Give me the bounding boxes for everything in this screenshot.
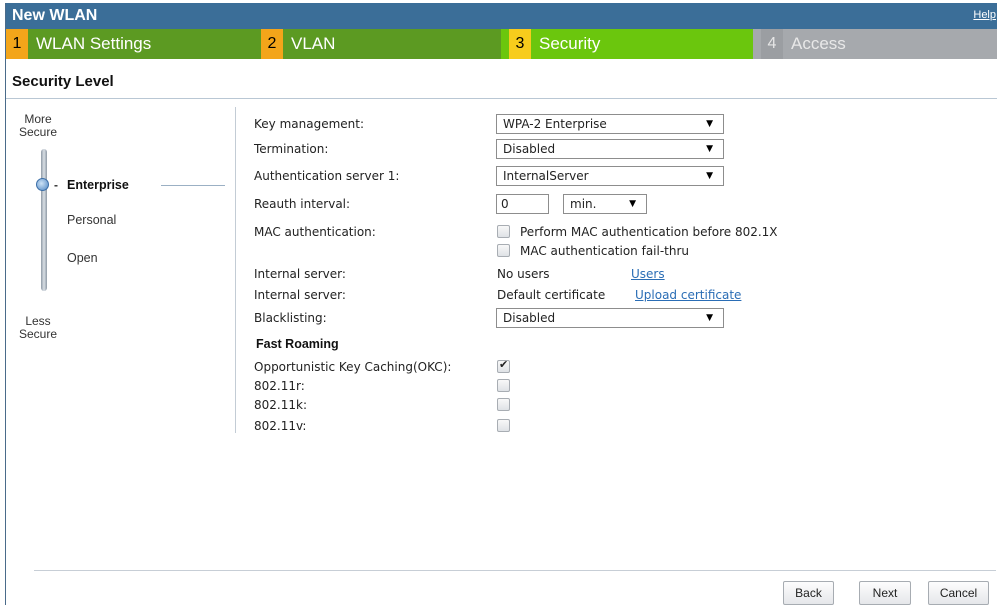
blacklisting-label: Blacklisting: xyxy=(254,311,327,325)
slider-thumb[interactable] xyxy=(36,178,49,191)
window-title: New WLAN xyxy=(12,7,98,24)
row-mac-auth-failthru: MAC authentication fail-thru xyxy=(254,240,994,262)
slider-track[interactable] xyxy=(41,149,47,291)
step-label: VLAN xyxy=(291,34,336,53)
mac-auth-failthru-checkbox[interactable] xyxy=(497,244,510,257)
chevron-down-icon: ▼ xyxy=(706,144,713,154)
next-button[interactable]: Next xyxy=(859,581,911,605)
step-number: 4 xyxy=(761,29,783,59)
users-link[interactable]: Users xyxy=(631,267,665,281)
80211v-checkbox[interactable] xyxy=(497,419,510,432)
reauth-unit-value: min. xyxy=(570,197,597,211)
step-label: Access xyxy=(791,34,846,53)
reauth-input[interactable]: 0 xyxy=(496,194,549,214)
termination-value: Disabled xyxy=(503,142,556,156)
mac-auth-label: MAC authentication: xyxy=(254,225,376,239)
row-blacklisting: Blacklisting: Disabled ▼ xyxy=(254,307,994,329)
level-open[interactable]: Open xyxy=(67,251,98,265)
mac-auth-before-checkbox[interactable] xyxy=(497,225,510,238)
section-divider xyxy=(6,98,997,99)
section-title: Security Level xyxy=(12,73,114,90)
chevron-down-icon: ▼ xyxy=(629,199,636,209)
level-pointer-dash: - xyxy=(54,178,58,192)
okc-label: Opportunistic Key Caching(OKC): xyxy=(254,360,452,374)
row-termination: Termination: Disabled ▼ xyxy=(254,138,994,160)
step-number: 3 xyxy=(509,29,531,59)
step-number: 1 xyxy=(6,29,28,59)
okc-checkbox[interactable] xyxy=(497,358,510,373)
chevron-down-icon: ▼ xyxy=(706,171,713,181)
more-secure-label: More Secure xyxy=(18,113,58,139)
step-label: WLAN Settings xyxy=(36,34,152,53)
help-link[interactable]: Help xyxy=(973,9,996,21)
blacklisting-select[interactable]: Disabled ▼ xyxy=(496,308,724,328)
internal-server-cert-label: Internal server: xyxy=(254,288,346,302)
upload-certificate-link[interactable]: Upload certificate xyxy=(635,288,741,302)
step-access[interactable]: 4 Access xyxy=(753,29,997,59)
row-reauth: Reauth interval: 0 min. ▼ xyxy=(254,193,994,215)
80211r-label: 802.11r: xyxy=(254,379,305,393)
level-personal[interactable]: Personal xyxy=(67,213,116,227)
mac-auth-failthru-label: MAC authentication fail-thru xyxy=(520,244,690,258)
level-pointer-line xyxy=(161,185,225,186)
cancel-button[interactable]: Cancel xyxy=(928,581,989,605)
key-management-select[interactable]: WPA-2 Enterprise ▼ xyxy=(496,114,724,134)
internal-server-cert-value: Default certificate xyxy=(497,288,606,302)
key-management-value: WPA-2 Enterprise xyxy=(503,117,607,131)
termination-select[interactable]: Disabled ▼ xyxy=(496,139,724,159)
80211k-label: 802.11k: xyxy=(254,398,307,412)
blacklisting-value: Disabled xyxy=(503,311,556,325)
step-security[interactable]: 3 Security xyxy=(501,29,753,59)
80211k-checkbox[interactable] xyxy=(497,398,510,411)
key-management-label: Key management: xyxy=(254,117,364,131)
row-auth-server: Authentication server 1: InternalServer … xyxy=(254,165,994,187)
title-bar: New WLAN Help xyxy=(6,3,997,29)
internal-server-users-value: No users xyxy=(497,267,550,281)
auth-server-value: InternalServer xyxy=(503,169,589,183)
row-80211k: 802.11k: xyxy=(254,394,994,416)
wizard-steps: 1 WLAN Settings 2 VLAN 3 Security 4 Acce… xyxy=(6,29,997,59)
80211r-checkbox[interactable] xyxy=(497,379,510,392)
reauth-unit-select[interactable]: min. ▼ xyxy=(563,194,647,214)
row-key-management: Key management: WPA-2 Enterprise ▼ xyxy=(254,113,994,135)
80211v-label: 802.11v: xyxy=(254,419,307,433)
level-enterprise[interactable]: Enterprise xyxy=(67,178,129,192)
security-level-slider: More Secure - Enterprise Personal Open L… xyxy=(6,103,231,363)
step-wlan-settings[interactable]: 1 WLAN Settings xyxy=(6,29,251,59)
chevron-down-icon: ▼ xyxy=(706,313,713,323)
less-secure-line2: Secure xyxy=(18,327,58,341)
auth-server-label: Authentication server 1: xyxy=(254,169,400,183)
back-button[interactable]: Back xyxy=(783,581,834,605)
footer-divider xyxy=(34,570,996,571)
step-label: Security xyxy=(539,34,601,53)
less-secure-label: Less Secure xyxy=(18,315,58,341)
internal-server-users-label: Internal server: xyxy=(254,267,346,281)
wizard-window: New WLAN Help 1 WLAN Settings 2 VLAN 3 S… xyxy=(5,3,997,605)
row-internal-server-cert: Internal server: Default certificate Upl… xyxy=(254,284,994,306)
auth-server-select[interactable]: InternalServer ▼ xyxy=(496,166,724,186)
reauth-label: Reauth interval: xyxy=(254,197,351,211)
step-vlan[interactable]: 2 VLAN xyxy=(251,29,501,59)
termination-label: Termination: xyxy=(254,142,329,156)
mac-auth-before-label: Perform MAC authentication before 802.1X xyxy=(520,225,778,239)
row-internal-server-users: Internal server: No users Users xyxy=(254,263,994,285)
fast-roaming-heading: Fast Roaming xyxy=(256,337,339,351)
more-secure-line2: Secure xyxy=(18,125,58,139)
step-number: 2 xyxy=(261,29,283,59)
row-80211v: 802.11v: xyxy=(254,415,994,437)
chevron-down-icon: ▼ xyxy=(706,119,713,129)
panel-divider xyxy=(235,107,236,433)
